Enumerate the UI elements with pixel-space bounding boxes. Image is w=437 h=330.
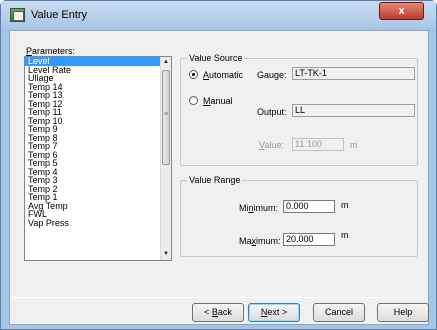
scroll-down-icon[interactable]: ▼	[161, 249, 171, 260]
scroll-up-icon[interactable]: ▲	[161, 57, 171, 68]
parameters-list: Level Level Rate Ullage Temp 14 Temp 13 Temp …	[25, 57, 171, 227]
value-field: 11.100	[292, 138, 344, 151]
scroll-thumb[interactable]: ≡	[162, 70, 170, 165]
button-separator	[12, 297, 422, 298]
close-button[interactable]: x	[379, 2, 424, 20]
value-label: Value:	[259, 140, 284, 150]
value-source-title: Value Source	[187, 53, 245, 63]
manual-radio[interactable]	[189, 96, 198, 105]
value-unit: m	[350, 140, 358, 150]
minimum-label: Minimum:	[239, 203, 279, 213]
minimum-input[interactable]: 0.000	[283, 200, 335, 213]
gauge-field: LT-TK-1	[292, 67, 415, 80]
automatic-radio[interactable]	[189, 70, 198, 79]
output-label: Output:	[257, 107, 287, 117]
back-button[interactable]: < Back	[192, 303, 244, 322]
maximum-input[interactable]: 20.000	[283, 233, 335, 246]
automatic-label[interactable]: Automatic	[203, 70, 243, 80]
gauge-label: Gauge:	[257, 70, 287, 80]
maximum-unit: m	[341, 230, 349, 240]
parameter-item[interactable]: Vap Press	[25, 218, 171, 228]
window-title: Value Entry	[31, 9, 88, 21]
grip-icon: ≡	[164, 111, 169, 118]
next-button[interactable]: Next >	[248, 303, 300, 322]
parameters-listbox[interactable]: Level Level Rate Ullage Temp 14 Temp 13 Temp …	[24, 56, 172, 261]
value-range-title: Value Range	[187, 175, 243, 185]
cancel-button[interactable]: Cancel	[313, 303, 365, 322]
parameters-label: Parameters:	[26, 46, 76, 56]
output-field: LL	[292, 104, 415, 117]
minimum-unit: m	[341, 200, 349, 210]
title-bar[interactable]: Value Entry x	[1, 1, 436, 29]
maximum-label: Maximum:	[239, 236, 281, 246]
manual-label[interactable]: Manual	[203, 96, 233, 106]
help-button[interactable]: Help	[377, 303, 429, 322]
app-icon	[10, 8, 25, 22]
parameters-scrollbar[interactable]: ▲ ≡ ▼	[160, 57, 171, 260]
